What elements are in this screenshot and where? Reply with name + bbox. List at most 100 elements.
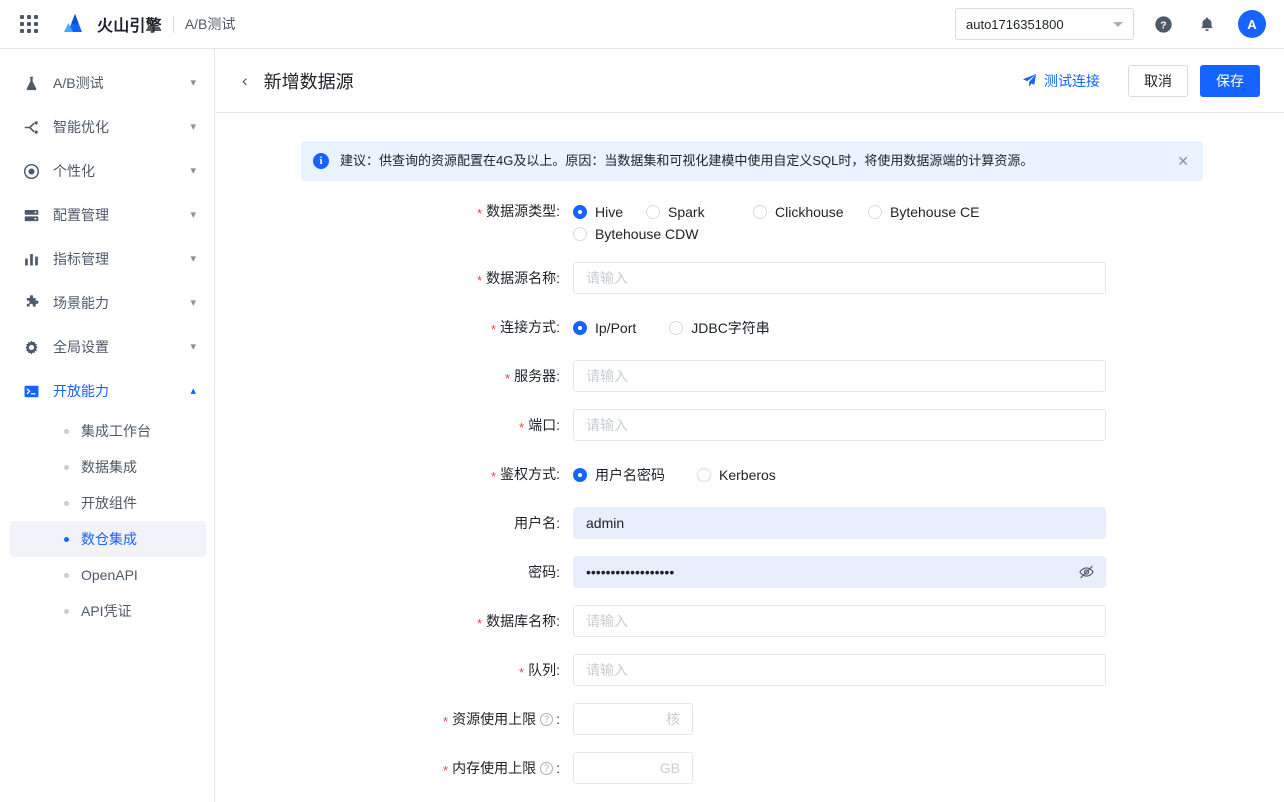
cancel-button[interactable]: 取消	[1128, 64, 1188, 97]
sidebar-item-ab-test[interactable]: A/B测试 ▾	[0, 61, 214, 105]
queue-input[interactable]	[573, 654, 1106, 686]
radio-source-type-hive[interactable]: Hive	[573, 201, 646, 223]
radio-label: Bytehouse CE	[890, 204, 980, 220]
sidebar-subitem-data-integration[interactable]: 数据集成	[10, 449, 206, 485]
chevron-down-icon: ▾	[190, 120, 196, 133]
sidebar-item-config-management[interactable]: 配置管理 ▾	[0, 193, 214, 237]
brand[interactable]: 火山引擎 A/B测试	[62, 12, 235, 36]
sidebar-subitem-open-components[interactable]: 开放组件	[10, 485, 206, 521]
radio-connection-jdbc[interactable]: JDBC字符串	[669, 317, 770, 339]
form-label-username: 用户名:	[216, 507, 573, 539]
field-cpu-limit: 核	[573, 703, 1106, 735]
password-input[interactable]	[573, 556, 1106, 588]
sidebar-item-open-capability[interactable]: 开放能力 ▴	[0, 369, 214, 413]
form-row-database-name: * 数据库名称:	[216, 605, 1284, 637]
sidebar: A/B测试 ▾ 智能优化 ▾ 个性化 ▾ 配置管理 ▾ 指标管理 ▾ 场景能力 …	[0, 49, 215, 802]
sidebar-item-smart-optimization[interactable]: 智能优化 ▾	[0, 105, 214, 149]
sidebar-subitem-openapi[interactable]: OpenAPI	[10, 557, 206, 593]
field-connection-mode: Ip/Port JDBC字符串	[573, 311, 1106, 339]
chevron-down-icon: ▾	[190, 208, 196, 221]
radio-connection-ip-port[interactable]: Ip/Port	[573, 317, 636, 339]
radio-source-type-spark[interactable]: Spark	[646, 201, 753, 223]
bell-icon[interactable]	[1192, 9, 1222, 39]
info-banner-text: 建议：供查询的资源配置在4G及以上。原因：当数据集和可视化建模中使用自定义SQL…	[340, 152, 1034, 168]
password-wrapper	[573, 556, 1106, 588]
form-label-source-type: * 数据源类型:	[216, 195, 573, 227]
radio-auth-username-password[interactable]: 用户名密码	[573, 464, 665, 486]
field-password	[573, 556, 1106, 588]
field-auth-mode: 用户名密码 Kerberos	[573, 458, 1106, 486]
chevron-down-icon: ▾	[190, 296, 196, 309]
radio-group-source-type: Hive Spark Clickhouse Bytehouse CE	[573, 195, 1106, 223]
project-select[interactable]: auto1716351800	[955, 8, 1134, 40]
label-suffix: :	[556, 760, 560, 776]
sidebar-subitem-label: 集成工作台	[81, 423, 151, 439]
memory-limit-input[interactable]	[586, 760, 656, 776]
database-name-input[interactable]	[573, 605, 1106, 637]
cpu-limit-input-wrapper: 核	[573, 703, 693, 735]
radio-auth-kerberos[interactable]: Kerberos	[697, 464, 776, 486]
sidebar-subitem-warehouse-integration[interactable]: 数仓集成	[10, 521, 206, 557]
radio-circle-icon	[697, 468, 711, 482]
field-port	[573, 409, 1106, 441]
sidebar-subitem-label: 数据集成	[81, 459, 137, 475]
server-input[interactable]	[573, 360, 1106, 392]
field-username	[573, 507, 1106, 539]
help-icon[interactable]: ?	[1148, 9, 1178, 39]
gear-icon	[22, 338, 40, 356]
memory-limit-unit: GB	[659, 760, 680, 776]
radio-source-type-clickhouse[interactable]: Clickhouse	[753, 201, 868, 223]
radio-circle-icon	[573, 205, 587, 219]
sidebar-subitem-integration-workbench[interactable]: 集成工作台	[10, 413, 206, 449]
field-memory-limit: GB	[573, 752, 1106, 784]
bullet-icon	[64, 428, 69, 434]
eye-off-icon[interactable]	[1078, 564, 1095, 581]
sidebar-item-metric-management[interactable]: 指标管理 ▾	[0, 237, 214, 281]
source-name-input[interactable]	[573, 262, 1106, 294]
save-button[interactable]: 保存	[1200, 64, 1260, 97]
required-marker: *	[505, 370, 511, 386]
radio-label: Hive	[595, 204, 624, 220]
chevron-left-icon[interactable]: ‹	[242, 72, 248, 89]
username-input[interactable]	[573, 507, 1106, 539]
close-icon[interactable]: ✕	[1165, 154, 1189, 168]
sidebar-item-personalization[interactable]: 个性化 ▾	[0, 149, 214, 193]
field-database-name	[573, 605, 1106, 637]
label-text: 数据库名称:	[486, 613, 560, 629]
field-queue	[573, 654, 1106, 686]
radio-source-type-bytehouse-cdw[interactable]: Bytehouse CDW	[573, 223, 698, 245]
server-icon	[22, 206, 40, 224]
sidebar-subitem-label: 数仓集成	[81, 531, 137, 547]
port-input[interactable]	[573, 409, 1106, 441]
sidebar-item-label: A/B测试	[53, 75, 104, 91]
cpu-limit-input[interactable]	[586, 711, 662, 727]
required-marker: *	[477, 615, 483, 631]
label-text: 内存使用上限	[452, 760, 537, 776]
sidebar-item-label: 全局设置	[53, 339, 109, 355]
bullet-icon	[64, 536, 69, 542]
sidebar-item-label: 开放能力	[53, 383, 109, 399]
chevron-down-icon: ▾	[190, 252, 196, 265]
question-circle-icon[interactable]: ?	[540, 761, 554, 775]
flask-icon	[22, 74, 40, 92]
form-row-auth-mode: * 鉴权方式: 用户名密码 Kerberos	[216, 458, 1284, 490]
required-marker: *	[477, 205, 483, 221]
avatar[interactable]: A	[1238, 10, 1266, 38]
chevron-down-icon: ▾	[190, 164, 196, 177]
radio-circle-icon	[573, 468, 587, 482]
test-connection-button[interactable]: 测试连接	[1022, 71, 1100, 91]
radio-group-source-type-row2: Bytehouse CDW	[573, 223, 1106, 245]
form-row-username: 用户名:	[216, 507, 1284, 539]
form-row-source-type: * 数据源类型: Hive Spark Clickhouse Bytehouse…	[216, 195, 1284, 245]
radio-source-type-bytehouse-ce[interactable]: Bytehouse CE	[868, 201, 980, 223]
apps-grid-icon[interactable]	[18, 13, 40, 35]
required-marker: *	[477, 272, 483, 288]
bullet-icon	[64, 572, 69, 578]
sidebar-subitem-api-credentials[interactable]: API凭证	[10, 593, 206, 629]
question-circle-icon[interactable]: ?	[540, 712, 554, 726]
radio-label: Spark	[668, 204, 705, 220]
target-icon	[22, 162, 40, 180]
sidebar-item-global-settings[interactable]: 全局设置 ▾	[0, 325, 214, 369]
sidebar-item-scene-capability[interactable]: 场景能力 ▾	[0, 281, 214, 325]
chevron-down-icon: ▾	[190, 76, 196, 89]
